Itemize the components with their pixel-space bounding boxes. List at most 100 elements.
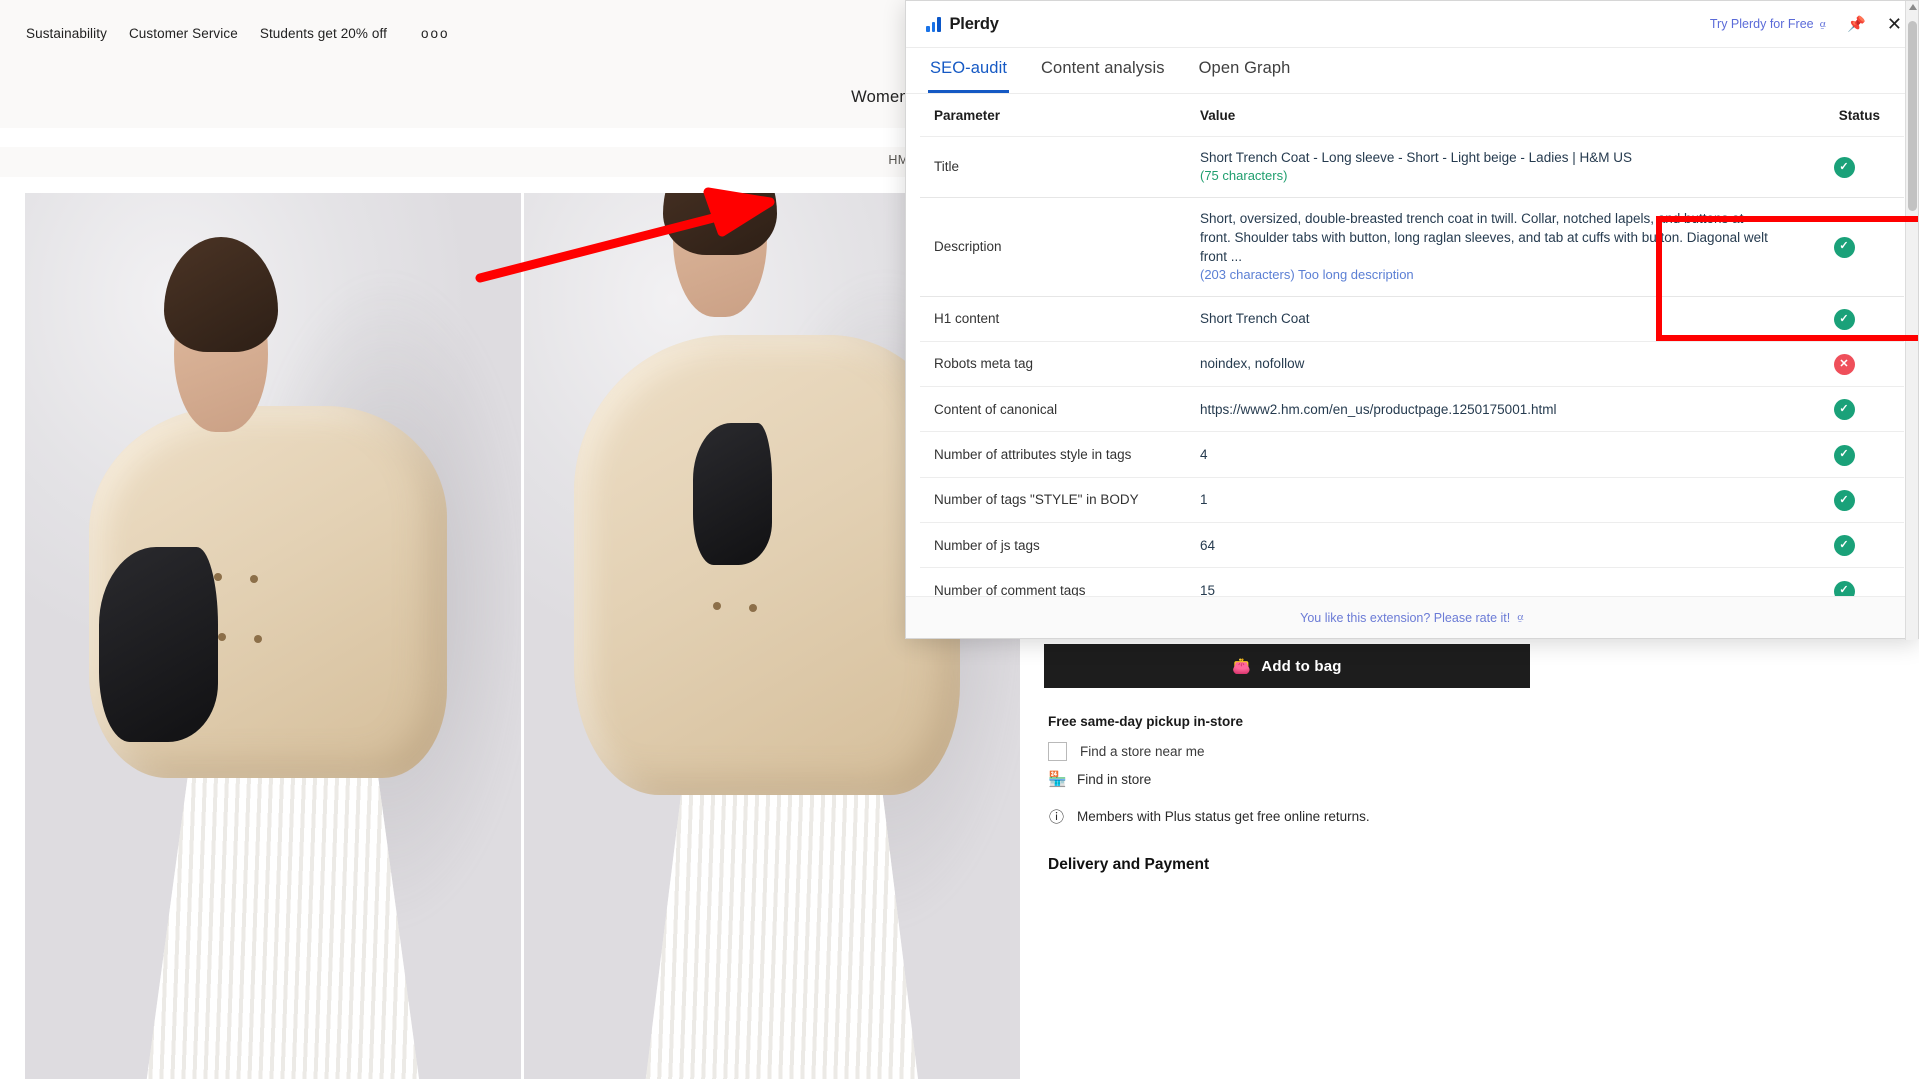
table-row: Number of comment tags 15 ✓ <box>920 567 1904 596</box>
product-photo-1[interactable] <box>25 193 521 1079</box>
cell-value: https://www2.hm.com/en_us/productpage.12… <box>1190 386 1784 433</box>
cell-status: ✓ <box>1784 197 1904 297</box>
cell-value-text: 64 <box>1200 537 1216 553</box>
try-plerdy-label: Try Plerdy for Free <box>1709 17 1814 31</box>
table-row: H1 content Short Trench Coat ✓ <box>920 296 1904 342</box>
topbar-link-sustainability[interactable]: Sustainability <box>26 26 107 41</box>
cell-value: 64 <box>1190 522 1784 569</box>
cell-status: ✓ <box>1784 386 1904 433</box>
screenshot-root: Sustainability Customer Service Students… <box>0 0 1919 1079</box>
add-to-bag-button[interactable]: 👛 Add to bag <box>1044 644 1530 688</box>
tab-content-analysis[interactable]: Content analysis <box>1039 48 1167 93</box>
product-image-gallery <box>25 193 1020 1079</box>
trench-coat <box>573 334 961 796</box>
cell-status: ✓ <box>1784 477 1904 524</box>
pickup-title: Free same-day pickup in-store <box>1048 714 1244 729</box>
column-header-status: Status <box>1784 94 1904 137</box>
cell-value-text: https://www2.hm.com/en_us/productpage.12… <box>1200 401 1557 417</box>
rate-extension-link[interactable]: You like this extension? Please rate it!… <box>1300 611 1524 625</box>
cell-value-text: 15 <box>1200 582 1216 596</box>
add-to-bag-label: Add to bag <box>1261 657 1342 675</box>
cell-parameter: Title <box>920 136 1190 198</box>
scroll-up-arrow-icon[interactable] <box>1908 4 1917 10</box>
plerdy-brand-name: Plerdy <box>949 14 999 33</box>
plerdy-tabs: SEO-audit Content analysis Open Graph <box>906 48 1918 94</box>
store-icon: 🏪 <box>1048 771 1067 788</box>
plerdy-header-actions: Try Plerdy for Free ⍶ 📌 ✕ <box>1710 14 1902 35</box>
find-store-label: Find a store near me <box>1080 744 1205 759</box>
status-ok-icon: ✓ <box>1833 580 1855 596</box>
seo-audit-table-body: Title Short Trench Coat - Long sleeve - S… <box>920 136 1904 596</box>
cell-value: Short Trench Coat <box>1190 296 1784 342</box>
shoulder-bag <box>99 547 219 743</box>
panel-scrollbar[interactable] <box>1905 1 1918 640</box>
tab-open-graph[interactable]: Open Graph <box>1197 48 1293 93</box>
topbar-link-students-discount[interactable]: Students get 20% off <box>260 26 387 41</box>
tab-seo-audit[interactable]: SEO-audit <box>928 48 1010 93</box>
delivery-and-payment-title[interactable]: Delivery and Payment <box>1048 856 1532 874</box>
plerdy-extension-panel: Plerdy Try Plerdy for Free ⍶ 📌 ✕ SEO-aud… <box>905 0 1919 640</box>
table-row: Content of canonical https://www2.hm.com/… <box>920 386 1904 433</box>
cell-value: 1 <box>1190 477 1784 524</box>
cell-parameter: Description <box>920 197 1190 297</box>
pickup-checkbox-row[interactable]: Find a store near me <box>1048 742 1532 761</box>
status-ok-icon: ✓ <box>1833 444 1855 466</box>
find-in-store-row[interactable]: 🏪 Find in store <box>1044 761 1536 797</box>
close-icon[interactable]: ✕ <box>1887 14 1902 35</box>
cell-value-text: Short, oversized, double-breasted trench… <box>1200 210 1768 264</box>
seo-audit-table-head: Parameter Value Status <box>920 94 1904 137</box>
cell-value-text: Short Trench Coat <box>1200 311 1310 327</box>
cell-value-text: noindex, nofollow <box>1200 356 1305 372</box>
pickup-section: Free same-day pickup in-store Find a sto… <box>1044 714 1536 761</box>
cell-status: ✓ <box>1784 567 1904 596</box>
cell-parameter: Number of comment tags <box>920 567 1190 596</box>
cell-value-text: 1 <box>1200 492 1208 508</box>
bar-chart-logo-icon <box>926 16 941 32</box>
cell-value: 15 <box>1190 567 1784 596</box>
cell-status: ✓ <box>1784 431 1904 478</box>
cell-parameter: Number of js tags <box>920 522 1190 569</box>
cell-value-text: 4 <box>1200 447 1208 463</box>
rate-extension-label: You like this extension? Please rate it! <box>1300 610 1511 625</box>
nav-item-women[interactable]: Women <box>851 88 909 107</box>
column-header-parameter: Parameter <box>920 94 1190 137</box>
topbar-more-icon[interactable]: ooo <box>421 26 450 41</box>
status-ok-icon: ✓ <box>1833 399 1855 421</box>
info-icon: ⓘ <box>1048 809 1064 826</box>
scrollbar-thumb[interactable] <box>1908 21 1917 211</box>
find-in-store-label: Find in store <box>1077 771 1152 787</box>
cell-parameter: Number of tags "STYLE" in BODY <box>920 477 1190 524</box>
table-row: Number of attributes style in tags 4 ✓ <box>920 431 1904 478</box>
pin-icon[interactable]: 📌 <box>1847 15 1866 33</box>
table-row: Description Short, oversized, double-brea… <box>920 197 1904 297</box>
try-plerdy-for-free-link[interactable]: Try Plerdy for Free ⍶ <box>1710 17 1826 31</box>
find-store-checkbox[interactable] <box>1048 742 1067 761</box>
plerdy-footer: You like this extension? Please rate it!… <box>906 596 1918 638</box>
cell-value: Short, oversized, double-breasted trench… <box>1190 197 1784 297</box>
cell-parameter: H1 content <box>920 296 1190 342</box>
status-ok-icon: ✓ <box>1833 156 1855 178</box>
status-ok-icon: ✓ <box>1833 236 1855 258</box>
status-ok-icon: ✓ <box>1833 535 1855 557</box>
external-link-icon: ⍶ <box>1517 611 1524 623</box>
plerdy-body: Parameter Value Status Title Short Trench… <box>906 94 1918 596</box>
members-returns-label: Members with Plus status get free online… <box>1077 809 1370 824</box>
cell-parameter: Number of attributes style in tags <box>920 431 1190 478</box>
shoulder-bag <box>692 423 772 566</box>
column-header-value: Value <box>1190 94 1784 137</box>
cell-parameter: Content of canonical <box>920 386 1190 433</box>
plerdy-brand: Plerdy <box>926 15 999 34</box>
status-ok-icon: ✓ <box>1833 490 1855 512</box>
status-error-icon: ✕ <box>1833 354 1855 376</box>
table-row: Number of js tags 64 ✓ <box>920 522 1904 569</box>
plerdy-header: Plerdy Try Plerdy for Free ⍶ 📌 ✕ <box>906 1 1918 48</box>
cell-value-meta: (75 characters) <box>1200 168 1288 184</box>
table-header-row: Parameter Value Status <box>920 94 1904 137</box>
topbar-link-customer-service[interactable]: Customer Service <box>129 26 238 41</box>
model-hair <box>662 193 777 256</box>
table-row: Robots meta tag noindex, nofollow ✕ <box>920 341 1904 388</box>
cell-value: 4 <box>1190 431 1784 478</box>
cell-status: ✕ <box>1784 341 1904 388</box>
cell-value-text: Short Trench Coat - Long sleeve - Short … <box>1200 150 1632 165</box>
seo-audit-table: Parameter Value Status Title Short Trench… <box>920 94 1904 596</box>
